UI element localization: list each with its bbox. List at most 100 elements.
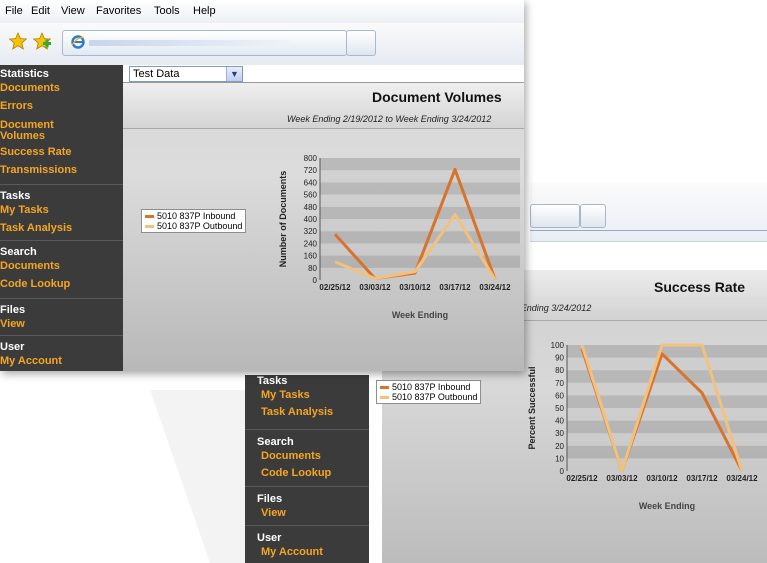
document-volumes-chart: 0 80 160 240 320 400 480 560 640 720 800 02/25/12 03… xyxy=(278,154,520,320)
y-tick-label: 90 xyxy=(555,354,564,363)
sidebar-section-title: Files xyxy=(0,304,26,316)
sidebar2-section-files: Files View xyxy=(245,486,369,519)
y-tick-label: 80 xyxy=(308,264,317,273)
add-favorites-icon[interactable] xyxy=(33,32,51,50)
y-tick-label: 10 xyxy=(555,454,564,463)
new-tab-button[interactable] xyxy=(346,30,376,56)
sidebar-2: Tasks My Tasks Task Analysis Search Docu… xyxy=(245,375,369,563)
x-tick-label: 02/25/12 xyxy=(319,283,351,292)
browser-toolbar xyxy=(530,183,767,242)
y-tick-label: 800 xyxy=(304,154,318,163)
x-axis-label: Week Ending xyxy=(392,310,448,320)
sidebar: Statistics Documents Errors Document Vol… xyxy=(0,65,123,371)
sidebar-section-tasks: Tasks My Tasks Task Analysis xyxy=(0,184,123,234)
y-tick-label: 20 xyxy=(555,442,564,451)
y-axis-label: Percent Successful xyxy=(527,366,537,449)
sidebar-link-code-lookup[interactable]: Code Lookup xyxy=(0,279,70,290)
y-tick-label: 60 xyxy=(555,391,564,400)
y-tick-label: 30 xyxy=(555,429,564,438)
y-tick-label: 50 xyxy=(555,404,564,413)
sidebar2-link-code-lookup[interactable]: Code Lookup xyxy=(261,468,331,479)
menu-file[interactable]: File xyxy=(5,5,23,17)
chart-title: Document Volumes xyxy=(372,89,502,105)
plot-band xyxy=(567,433,767,446)
document-volumes-window: File Edit View Favorites Tools Help Stat… xyxy=(0,0,524,371)
y-tick-label: 70 xyxy=(555,379,564,388)
sidebar-link-transmissions[interactable]: Transmissions xyxy=(0,165,77,176)
sidebar2-section-search: Search Documents Code Lookup xyxy=(245,429,369,479)
sidebar-link-task-analysis[interactable]: Task Analysis xyxy=(0,223,72,234)
plot-band xyxy=(320,170,520,183)
plot-band xyxy=(567,345,767,358)
sidebar2-link-my-account[interactable]: My Account xyxy=(261,547,323,558)
chart-legend: 5010 837P Inbound 5010 837P Outbound xyxy=(376,380,482,404)
x-tick-label: 03/17/12 xyxy=(439,283,471,292)
x-tick-label: 03/24/12 xyxy=(479,283,511,292)
y-tick-label: 400 xyxy=(304,215,318,224)
sidebar2-section-user: User My Account xyxy=(245,525,369,558)
sidebar-link-errors[interactable]: Errors xyxy=(0,101,33,112)
menu-favorites[interactable]: Favorites xyxy=(96,5,141,17)
sidebar2-section-title: Files xyxy=(257,493,283,505)
plot-band xyxy=(320,219,520,232)
data-source-value: Test Data xyxy=(133,68,180,80)
x-tick-label: 03/03/12 xyxy=(359,283,391,292)
y-tick-label: 100 xyxy=(551,341,565,350)
sidebar2-link-documents[interactable]: Documents xyxy=(261,451,321,462)
sidebar-link-documents[interactable]: Documents xyxy=(0,83,60,94)
sidebar-link-my-tasks[interactable]: My Tasks xyxy=(0,205,49,216)
legend-item: 5010 837P Inbound xyxy=(145,211,242,221)
y-tick-label: 40 xyxy=(555,417,564,426)
chart-title: Success Rate xyxy=(654,279,746,295)
plot-band xyxy=(320,194,520,207)
y-tick-label: 560 xyxy=(304,191,318,200)
data-source-select[interactable]: Test Data ▼ xyxy=(129,66,243,82)
menu-help[interactable]: Help xyxy=(193,5,216,17)
sidebar2-link-task-analysis[interactable]: Task Analysis xyxy=(261,407,333,418)
sidebar-section-title: Search xyxy=(0,246,37,258)
sidebar2-section-title: User xyxy=(257,532,282,544)
x-tick-label: 03/03/12 xyxy=(606,474,638,483)
y-tick-label: 80 xyxy=(555,366,564,375)
navigation-bar xyxy=(0,23,524,66)
x-tick-label: 03/17/12 xyxy=(686,474,718,483)
x-axis-label: Week Ending xyxy=(639,501,695,511)
new-tab-button[interactable] xyxy=(580,204,606,228)
sidebar2-link-view[interactable]: View xyxy=(261,508,286,519)
y-tick-label: 0 xyxy=(313,276,318,285)
ie-page-icon xyxy=(71,35,85,49)
menu-tools[interactable]: Tools xyxy=(154,5,180,17)
plot-band xyxy=(320,206,520,219)
sidebar-link-view[interactable]: View xyxy=(0,319,25,330)
x-tick-label: 03/10/12 xyxy=(399,283,431,292)
plot-band xyxy=(567,408,767,421)
sidebar-section-files: Files View xyxy=(0,298,123,330)
y-tick-label: 720 xyxy=(304,166,318,175)
sidebar-link-success-rate[interactable]: Success Rate xyxy=(0,147,72,158)
favorites-star-icon[interactable] xyxy=(9,32,27,50)
chevron-down-icon[interactable]: ▼ xyxy=(226,67,242,81)
x-tick-label: 03/10/12 xyxy=(646,474,678,483)
legend-item: 5010 837P Outbound xyxy=(145,221,242,231)
menu-view[interactable]: View xyxy=(61,5,85,17)
sidebar-link-documents[interactable]: Documents xyxy=(0,261,60,272)
plot-band xyxy=(567,420,767,434)
plot-band xyxy=(320,231,520,244)
y-tick-label: 0 xyxy=(560,467,565,476)
sidebar2-section-title: Tasks xyxy=(257,375,288,387)
y-tick-label: 240 xyxy=(304,239,318,248)
y-tick-label: 320 xyxy=(304,227,318,236)
sidebar-link-document-volumes[interactable]: Document Volumes xyxy=(0,120,70,142)
success-rate-chart: 0 10 20 30 40 50 60 70 80 90 100 02/25/12 03/03/12 03… xyxy=(527,341,767,511)
sidebar2-link-my-tasks[interactable]: My Tasks xyxy=(261,390,310,401)
sidebar-section-title: Tasks xyxy=(0,190,31,202)
browser-tab[interactable] xyxy=(530,204,580,228)
menu-edit[interactable]: Edit xyxy=(31,5,50,17)
y-axis-label: Number of Documents xyxy=(278,171,288,268)
plot-band xyxy=(320,182,520,195)
browser-tab[interactable] xyxy=(62,30,347,56)
sidebar-link-my-account[interactable]: My Account xyxy=(0,356,62,367)
y-tick-label: 640 xyxy=(304,178,318,187)
sidebar-section-user: User My Account xyxy=(0,335,123,367)
sidebar-section-title: Statistics xyxy=(0,68,49,80)
